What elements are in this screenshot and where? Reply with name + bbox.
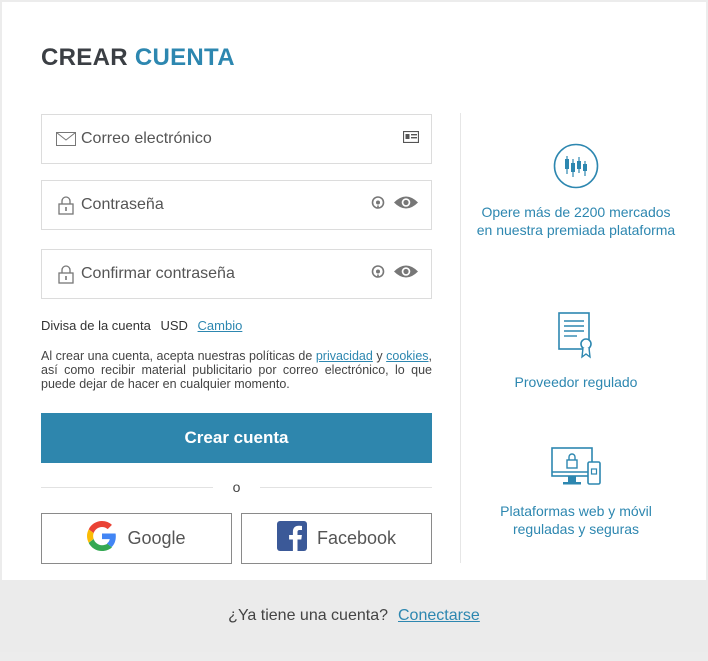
candlestick-chart-icon — [476, 143, 676, 193]
password-generator-icon[interactable] — [371, 196, 385, 215]
feature-platforms-text: Plataformas web y móvil reguladas y segu… — [500, 503, 652, 537]
facebook-icon — [276, 521, 307, 556]
create-account-button[interactable]: Crear cuenta — [41, 413, 432, 463]
confirm-password-placeholder: Confirmar contraseña — [81, 265, 235, 282]
currency-label: Divisa de la cuenta — [41, 318, 151, 333]
show-password-eye-icon[interactable] — [393, 195, 419, 216]
email-placeholder: Correo electrónico — [81, 130, 212, 147]
footer-text: ¿Ya tiene una cuenta? — [228, 607, 388, 624]
devices-lock-icon — [476, 446, 676, 492]
certificate-icon — [476, 311, 676, 363]
privacy-link[interactable]: privacidad — [316, 349, 373, 363]
password-field[interactable]: Contraseña — [41, 180, 432, 230]
feature-regulated: Proveedor regulado — [476, 311, 676, 391]
terms-text: Al crear una cuenta, acepta nuestras pol… — [41, 349, 432, 391]
account-currency-row: Divisa de la cuenta USD Cambio — [41, 318, 242, 333]
vertical-divider — [460, 113, 461, 563]
title-part2: CUENTA — [134, 44, 235, 71]
lock-icon — [55, 194, 77, 216]
terms-text-part1: Al crear una cuenta, acepta nuestras pol… — [41, 349, 313, 363]
signup-modal: CREAR CUENTA Correo electrónico Contrase… — [0, 0, 708, 661]
facebook-label: Facebook — [316, 528, 397, 548]
cookies-link[interactable]: cookies — [386, 349, 428, 363]
or-divider: o — [41, 479, 432, 497]
contact-card-icon[interactable] — [402, 130, 420, 148]
feature-regulated-text: Proveedor regulado — [514, 374, 638, 390]
feature-platforms: Plataformas web y móvil reguladas y segu… — [476, 446, 676, 538]
email-field[interactable]: Correo electrónico — [41, 114, 432, 164]
google-icon — [87, 521, 117, 556]
confirm-password-field[interactable]: Confirmar contraseña — [41, 249, 432, 299]
password-generator-icon[interactable] — [371, 265, 385, 284]
change-currency-link[interactable]: Cambio — [198, 318, 243, 333]
facebook-signin-button[interactable]: Facebook — [241, 513, 432, 564]
google-signin-button[interactable]: Google — [41, 513, 232, 564]
login-footer: ¿Ya tiene una cuenta? Conectarse — [0, 580, 708, 652]
login-link[interactable]: Conectarse — [398, 607, 480, 625]
divider-line-right — [260, 487, 432, 488]
feature-markets: Opere más de 2200 mercados en nuestra pr… — [476, 143, 676, 239]
envelope-icon — [55, 128, 77, 150]
terms-text-part2: y — [376, 349, 383, 363]
title-part1: CREAR — [41, 44, 128, 71]
google-label: Google — [127, 528, 186, 548]
feature-markets-text: Opere más de 2200 mercados en nuestra pr… — [476, 204, 676, 238]
lock-icon — [55, 263, 77, 285]
password-placeholder: Contraseña — [81, 196, 164, 213]
currency-value: USD — [160, 318, 188, 333]
show-password-eye-icon[interactable] — [393, 264, 419, 285]
page-title: CREAR CUENTA — [41, 44, 235, 72]
